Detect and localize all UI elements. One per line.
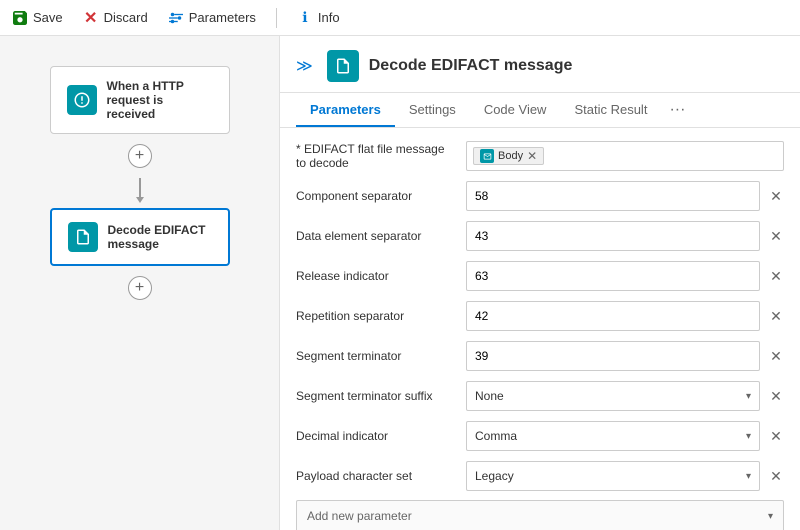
- release-indicator-input[interactable]: [466, 261, 760, 291]
- data-element-row: Data element separator ✕: [296, 220, 784, 252]
- segment-terminator-row: Segment terminator ✕: [296, 340, 784, 372]
- segment-terminator-wrap: ✕: [466, 341, 784, 371]
- decimal-indicator-wrap: Comma ▾ ✕: [466, 421, 784, 451]
- parameters-label: Parameters: [189, 10, 256, 25]
- add-param-label: Add new parameter: [307, 509, 768, 523]
- discard-label: Discard: [104, 10, 148, 25]
- segment-suffix-chevron-icon: ▾: [746, 391, 751, 402]
- payload-charset-wrap: Legacy ▾ ✕: [466, 461, 784, 491]
- right-panel: ≫ Decode EDIFACT message Parameters Sett…: [280, 36, 800, 530]
- segment-suffix-select[interactable]: None ▾: [466, 381, 760, 411]
- add-step-button-1[interactable]: +: [128, 144, 152, 168]
- release-indicator-wrap: ✕: [466, 261, 784, 291]
- info-button[interactable]: ℹ Info: [297, 10, 340, 26]
- release-indicator-clear[interactable]: ✕: [768, 268, 784, 284]
- component-separator-label: Component separator: [296, 189, 466, 203]
- edifact-input-wrap: Body ✕: [466, 141, 784, 171]
- toolbar: Save ✕ Discard Parameters ℹ Info: [0, 0, 800, 36]
- decode-card-icon: [68, 222, 98, 252]
- component-separator-clear[interactable]: ✕: [768, 188, 784, 204]
- panel-header-icon: [327, 50, 359, 82]
- segment-suffix-row: Segment terminator suffix None ▾ ✕: [296, 380, 784, 412]
- edifact-token-wrap[interactable]: Body ✕: [466, 141, 784, 171]
- decode-edifact-card[interactable]: Decode EDIFACT message: [50, 208, 230, 266]
- toolbar-divider: [276, 8, 277, 28]
- data-element-clear[interactable]: ✕: [768, 228, 784, 244]
- decimal-indicator-select[interactable]: Comma ▾: [466, 421, 760, 451]
- save-label: Save: [33, 10, 63, 25]
- panel-header: ≫ Decode EDIFACT message: [280, 36, 800, 93]
- repetition-separator-input[interactable]: [466, 301, 760, 331]
- payload-charset-chevron-icon: ▾: [746, 471, 751, 482]
- discard-button[interactable]: ✕ Discard: [83, 10, 148, 26]
- tab-settings[interactable]: Settings: [395, 94, 470, 127]
- component-separator-input[interactable]: [466, 181, 760, 211]
- data-element-input[interactable]: [466, 221, 760, 251]
- repetition-separator-clear[interactable]: ✕: [768, 308, 784, 324]
- decimal-indicator-label: Decimal indicator: [296, 429, 466, 443]
- edifact-field-row: * EDIFACT flat file message to decode Bo…: [296, 140, 784, 172]
- tabs-more-button[interactable]: ···: [661, 93, 693, 127]
- http-request-card[interactable]: When a HTTP request is received: [50, 66, 230, 134]
- decimal-indicator-clear[interactable]: ✕: [768, 428, 784, 444]
- decimal-indicator-row: Decimal indicator Comma ▾ ✕: [296, 420, 784, 452]
- release-indicator-label: Release indicator: [296, 269, 466, 283]
- token-icon: [480, 149, 494, 163]
- expand-icon[interactable]: ≫: [296, 56, 313, 76]
- info-label: Info: [318, 10, 340, 25]
- connector-arrow: [139, 178, 141, 198]
- discard-icon: ✕: [83, 10, 99, 26]
- repetition-separator-wrap: ✕: [466, 301, 784, 331]
- add-param-chevron-icon: ▾: [768, 511, 773, 522]
- left-panel: When a HTTP request is received + Decode…: [0, 36, 280, 530]
- token-close-button[interactable]: ✕: [527, 149, 537, 163]
- token-label: Body: [498, 150, 523, 162]
- edifact-label: * EDIFACT flat file message to decode: [296, 142, 466, 170]
- info-icon: ℹ: [297, 10, 313, 26]
- segment-terminator-label: Segment terminator: [296, 349, 466, 363]
- payload-charset-clear[interactable]: ✕: [768, 468, 784, 484]
- payload-charset-row: Payload character set Legacy ▾ ✕: [296, 460, 784, 492]
- parameters-button[interactable]: Parameters: [168, 10, 256, 26]
- tab-parameters[interactable]: Parameters: [296, 94, 395, 127]
- tab-code-view[interactable]: Code View: [470, 94, 561, 127]
- payload-charset-select[interactable]: Legacy ▾: [466, 461, 760, 491]
- data-element-label: Data element separator: [296, 229, 466, 243]
- segment-terminator-clear[interactable]: ✕: [768, 348, 784, 364]
- release-indicator-row: Release indicator ✕: [296, 260, 784, 292]
- decimal-indicator-chevron-icon: ▾: [746, 431, 751, 442]
- component-separator-wrap: ✕: [466, 181, 784, 211]
- save-button[interactable]: Save: [12, 10, 63, 26]
- segment-suffix-wrap: None ▾ ✕: [466, 381, 784, 411]
- payload-charset-value: Legacy: [475, 469, 746, 483]
- http-card-label: When a HTTP request is received: [107, 79, 213, 121]
- add-step-button-2[interactable]: +: [128, 276, 152, 300]
- panel-title: Decode EDIFACT message: [369, 57, 573, 75]
- data-element-wrap: ✕: [466, 221, 784, 251]
- repetition-separator-row: Repetition separator ✕: [296, 300, 784, 332]
- parameters-icon: [168, 10, 184, 26]
- form-area: * EDIFACT flat file message to decode Bo…: [280, 128, 800, 530]
- decimal-indicator-value: Comma: [475, 429, 746, 443]
- segment-suffix-value: None: [475, 389, 746, 403]
- segment-suffix-clear[interactable]: ✕: [768, 388, 784, 404]
- tabs-bar: Parameters Settings Code View Static Res…: [280, 93, 800, 128]
- decode-card-label: Decode EDIFACT message: [108, 223, 212, 251]
- body-token: Body ✕: [473, 147, 544, 165]
- segment-suffix-label: Segment terminator suffix: [296, 389, 466, 403]
- component-separator-row: Component separator ✕: [296, 180, 784, 212]
- http-card-icon: [67, 85, 97, 115]
- payload-charset-label: Payload character set: [296, 469, 466, 483]
- segment-terminator-input[interactable]: [466, 341, 760, 371]
- tab-static-result[interactable]: Static Result: [560, 94, 661, 127]
- save-icon: [12, 10, 28, 26]
- main-layout: When a HTTP request is received + Decode…: [0, 36, 800, 530]
- repetition-separator-label: Repetition separator: [296, 309, 466, 323]
- add-parameter-button[interactable]: Add new parameter ▾: [296, 500, 784, 530]
